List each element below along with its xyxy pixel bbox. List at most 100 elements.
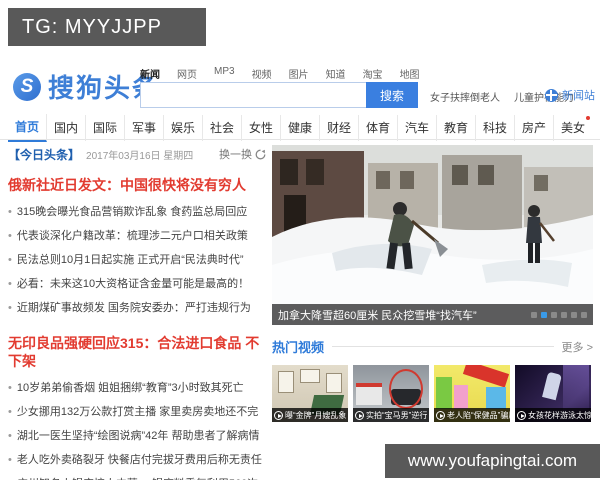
certificate-art: [278, 371, 294, 393]
search-input[interactable]: [140, 82, 367, 108]
today-label: 【今日头条】: [8, 147, 81, 162]
snow-scene-illustration: [272, 145, 593, 325]
more-videos-link[interactable]: 更多 >: [562, 339, 593, 355]
nav-tab-international[interactable]: 国际: [86, 114, 125, 141]
headline-link-1[interactable]: 俄新社近日发文：中国很快将没有穷人: [8, 176, 266, 194]
news-item[interactable]: 315晚会曝光食品营销欺诈乱象 食药监总局回应: [8, 200, 266, 224]
photo-caption-bar: 加拿大降雪超60厘米 民众挖雪堆“找汽车”: [272, 304, 593, 325]
search-button[interactable]: 搜索: [366, 82, 418, 108]
top-watermark-text: TG: MYYJJPP: [22, 15, 162, 38]
nav-tab-home[interactable]: 首页: [8, 113, 47, 142]
nav-tab-beauty-label: 美女: [560, 120, 585, 135]
media-column: 加拿大降雪超60厘米 民众挖雪堆“找汽车” 热门视频 更多 > 曝“金牌”月嫂乱…: [272, 145, 593, 422]
search-tab-zhidao[interactable]: 知道: [326, 66, 346, 81]
slide-dot[interactable]: [551, 311, 557, 318]
search-tab-taobao[interactable]: 淘宝: [363, 66, 383, 81]
bottom-watermark: www.youfapingtai.com: [385, 444, 600, 478]
nav-tab-realestate[interactable]: 房产: [515, 114, 554, 141]
video-thumb-2[interactable]: 实拍“宝马男”逆行: [353, 365, 429, 422]
search-tab-map[interactable]: 地图: [400, 66, 420, 81]
search-tab-news[interactable]: 新闻: [140, 66, 160, 81]
nav-tab-finance[interactable]: 财经: [320, 114, 359, 141]
search-tab-image[interactable]: 图片: [289, 66, 309, 81]
nav-tab-education[interactable]: 教育: [437, 114, 476, 141]
cartoon-art: [436, 377, 452, 409]
news-item[interactable]: 10岁弟弟偷香烟 姐姐捆绑“教育”3小时致其死亡: [8, 376, 266, 400]
video-caption-bar: 女孩花样游泳太惊艳: [515, 408, 591, 422]
play-icon: [436, 410, 445, 420]
slide-dot[interactable]: [571, 311, 577, 318]
video-thumb-1[interactable]: 曝“金牌”月嫂乱象: [272, 365, 348, 422]
nav-tab-society[interactable]: 社会: [203, 114, 242, 141]
slide-dot-active[interactable]: [541, 311, 547, 318]
refresh-button[interactable]: 换一换: [219, 146, 266, 162]
channel-nav: 首页 国内 国际 军事 娱乐 社会 女性 健康 财经 体育 汽车 教育 科技 房…: [0, 113, 600, 142]
refresh-label: 换一换: [219, 149, 252, 161]
sogou-logo-icon: S: [13, 72, 41, 101]
swimmer-art: [542, 371, 562, 401]
slide-dot[interactable]: [581, 311, 587, 318]
new-badge-dot: [586, 115, 590, 120]
news-item[interactable]: 代表谈深化户籍改革：梳理涉二元户口相关政策: [8, 224, 266, 248]
news-list-1: 315晚会曝光食品营销欺诈乱象 食药监总局回应 代表谈深化户籍改革：梳理涉二元户…: [8, 200, 266, 320]
hot-videos-header: 热门视频 更多 >: [272, 337, 593, 356]
site-header: S 搜狗头条 新闻 网页 MP3 视频 图片 知道 淘宝 地图 搜索 女子扶摔倒…: [0, 58, 600, 114]
news-item[interactable]: 必看：未来这10大资格证含金量可能是最高的！: [8, 272, 266, 296]
search-tab-web[interactable]: 网页: [177, 66, 197, 81]
page: TG: MYYJJPP S 搜狗头条 新闻 网页 MP3 视频 图片 知道 淘宝…: [0, 0, 600, 480]
hot-videos-title: 热门视频: [272, 340, 325, 355]
news-photo-slide[interactable]: 加拿大降雪超60厘米 民众挖雪堆“找汽车”: [272, 145, 593, 325]
sogou-logo[interactable]: S 搜狗头条: [13, 68, 160, 105]
slide-dot[interactable]: [531, 311, 537, 318]
nav-tab-entertainment[interactable]: 娱乐: [164, 114, 203, 141]
nav-tab-domestic[interactable]: 国内: [47, 114, 86, 141]
play-icon: [517, 410, 526, 420]
today-header: 【今日头条】 2017年03月16日 星期四 换一换: [8, 145, 266, 163]
nav-tab-women[interactable]: 女性: [242, 114, 281, 141]
news-item[interactable]: 湖北一医生坚持“绘图说病”42年 帮助患者了解病情: [8, 424, 266, 448]
highlight-circle-art: [389, 369, 423, 409]
nav-tab-tech[interactable]: 科技: [476, 114, 515, 141]
news-item[interactable]: 老人吃外卖硌裂牙 快餐店付完拔牙费用后称无责任: [8, 448, 266, 472]
video-caption: 女孩花样游泳太惊艳: [528, 410, 591, 420]
headline-link-2[interactable]: 无印良品强硬回应315：合法进口食品 不下架: [8, 334, 266, 370]
news-list-2: 10岁弟弟偷香烟 姐姐捆绑“教育”3小时致其死亡 少女挪用132万公款打赏主播 …: [8, 376, 266, 480]
video-caption-bar: 曝“金牌”月嫂乱象: [272, 408, 348, 422]
news-client-label: 新闻站: [562, 90, 595, 102]
police-van-art: [356, 383, 382, 405]
nav-tab-military[interactable]: 军事: [125, 114, 164, 141]
certificate-art: [300, 369, 320, 383]
photo-caption: 加拿大降雪超60厘米 民众挖雪堆“找汽车”: [278, 309, 477, 322]
nav-tab-beauty[interactable]: 美女: [554, 115, 592, 141]
news-item[interactable]: 广州知名火锅店惊人内幕 一锅底料重复利用560次: [8, 472, 266, 480]
video-thumb-4[interactable]: 女孩花样游泳太惊艳: [515, 365, 591, 422]
nav-tab-sports[interactable]: 体育: [359, 114, 398, 141]
video-thumb-3[interactable]: 老人陷“保健品”骗局: [434, 365, 510, 422]
news-item[interactable]: 近期煤矿事故频发 国务院安委办：严打违规行为: [8, 296, 266, 320]
news-item[interactable]: 少女挪用132万公款打赏主播 家里卖房卖地还不完: [8, 400, 266, 424]
hot-word-1[interactable]: 女子扶摔倒老人: [430, 89, 500, 104]
refresh-icon: [255, 149, 266, 159]
play-icon: [355, 410, 364, 420]
divider: [332, 346, 554, 347]
search-tab-mp3[interactable]: MP3: [214, 66, 235, 81]
headline-column: 【今日头条】 2017年03月16日 星期四 换一换 俄新社近日发文：中国很快将…: [8, 145, 266, 480]
video-caption-bar: 实拍“宝马男”逆行: [353, 408, 429, 422]
nav-tab-health[interactable]: 健康: [281, 114, 320, 141]
cartoon-art: [454, 385, 468, 409]
cartoon-art: [486, 387, 506, 409]
video-caption: 实拍“宝马男”逆行: [366, 410, 428, 420]
news-item[interactable]: 民法总则10月1日起实施 正式开启“民法典时代”: [8, 248, 266, 272]
slide-dot[interactable]: [561, 311, 567, 318]
video-caption-bar: 老人陷“保健品”骗局: [434, 408, 510, 422]
search-tab-video[interactable]: 视频: [252, 66, 272, 81]
video-caption: 曝“金牌”月嫂乱象: [285, 410, 347, 420]
slide-pagination: [531, 311, 587, 318]
play-icon: [274, 410, 283, 420]
certificate-art: [326, 373, 342, 393]
nav-tab-auto[interactable]: 汽车: [398, 114, 437, 141]
news-client-link[interactable]: 新闻站: [545, 87, 595, 103]
video-thumbnails: 曝“金牌”月嫂乱象 实拍“宝马男”逆行 老人陷“保健品”骗局 女孩花样游泳太惊: [272, 365, 593, 422]
bottom-watermark-text: www.youfapingtai.com: [407, 451, 578, 470]
globe-icon: [545, 88, 558, 102]
